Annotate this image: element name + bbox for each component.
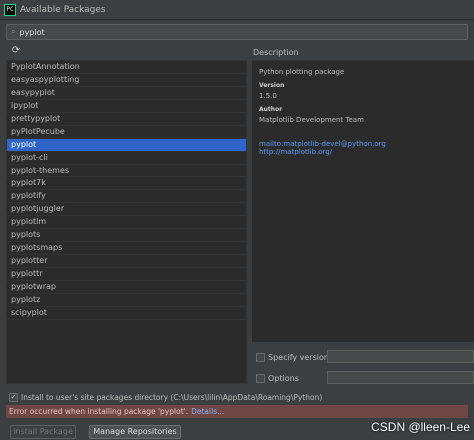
package-list-item[interactable]: pyplot	[7, 138, 246, 152]
install-user-site-label: Install to user's site packages director…	[21, 392, 323, 402]
package-list-item[interactable]: pyplottr	[7, 268, 246, 281]
package-list-item[interactable]: pyplotsmaps	[7, 242, 246, 256]
error-details-link[interactable]: Details...	[191, 407, 224, 416]
specify-version-checkbox[interactable]	[256, 352, 265, 362]
package-list-item[interactable]: prettypyplot	[7, 113, 246, 126]
package-list-item[interactable]: pyplotify	[7, 190, 246, 204]
options-row[interactable]: Options	[256, 372, 299, 384]
description-panel: Python plotting package Version 1.5.0 Au…	[252, 60, 474, 342]
search-field[interactable]: ⌕ pyplot	[6, 24, 468, 40]
author-email-link[interactable]: mailto:matplotlib-devel@python.org	[259, 140, 474, 148]
error-message: Error occurred when installing package '…	[9, 407, 189, 416]
package-list-item[interactable]: ipyplot	[7, 100, 246, 113]
csdn-watermark: CSDN @lleen-Lee	[371, 420, 470, 434]
specify-version-label: Specify version	[268, 352, 329, 362]
search-icon: ⌕	[11, 27, 16, 36]
package-list-item[interactable]: pyplotlm	[7, 216, 246, 230]
package-list-item[interactable]: pyplotz	[7, 294, 246, 307]
package-author: Matplotlib Development Team	[259, 116, 364, 124]
options-checkbox[interactable]	[256, 373, 265, 383]
manage-repositories-button[interactable]: Manage Repositories	[89, 425, 181, 439]
author-heading: Author	[259, 106, 283, 113]
package-version: 1.5.0	[259, 92, 277, 100]
install-user-site-row[interactable]: ✓ Install to user's site packages direct…	[9, 391, 322, 403]
title-bar: PC Available Packages	[0, 0, 474, 20]
package-list[interactable]: PyplotAnnotation easyaspyplotting easypypl…	[6, 60, 247, 384]
package-list-item[interactable]: easyaspyplotting	[7, 74, 246, 87]
specify-version-row[interactable]: Specify version	[256, 351, 329, 363]
window-title: Available Packages	[20, 4, 106, 15]
refresh-icon[interactable]: ⟳	[10, 45, 22, 57]
package-list-item[interactable]: pyplotwrap	[7, 281, 246, 294]
package-list-item[interactable]: pyplots	[7, 229, 246, 243]
package-list-item[interactable]: pyplotjuggler	[7, 203, 246, 217]
package-list-item[interactable]: easypyplot	[7, 87, 246, 100]
options-label: Options	[268, 373, 299, 383]
package-summary: Python plotting package	[259, 68, 345, 76]
package-list-item[interactable]: PyplotAnnotation	[7, 61, 246, 74]
description-label: Description	[253, 48, 299, 57]
specify-version-dropdown[interactable]	[327, 350, 474, 363]
search-input-value[interactable]: pyplot	[19, 28, 44, 37]
package-list-item[interactable]: pyplotter	[7, 255, 246, 268]
install-user-site-checkbox[interactable]: ✓	[9, 392, 18, 402]
version-heading: Version	[259, 82, 285, 89]
pycharm-app-icon: PC	[4, 3, 16, 16]
package-list-item[interactable]: pyPlotPecube	[7, 126, 246, 139]
package-list-item[interactable]: scipyplot	[7, 307, 246, 320]
package-list-item[interactable]: pyplot-cli	[7, 152, 246, 165]
options-input[interactable]	[327, 371, 474, 384]
package-list-item[interactable]: pyplot-themes	[7, 165, 246, 178]
error-banner: Error occurred when installing package '…	[6, 405, 468, 418]
project-url-link[interactable]: http://matplotlib.org/	[259, 148, 474, 156]
install-package-button[interactable]: Install Package	[10, 425, 76, 439]
package-list-item[interactable]: pyplot7k	[7, 177, 246, 191]
